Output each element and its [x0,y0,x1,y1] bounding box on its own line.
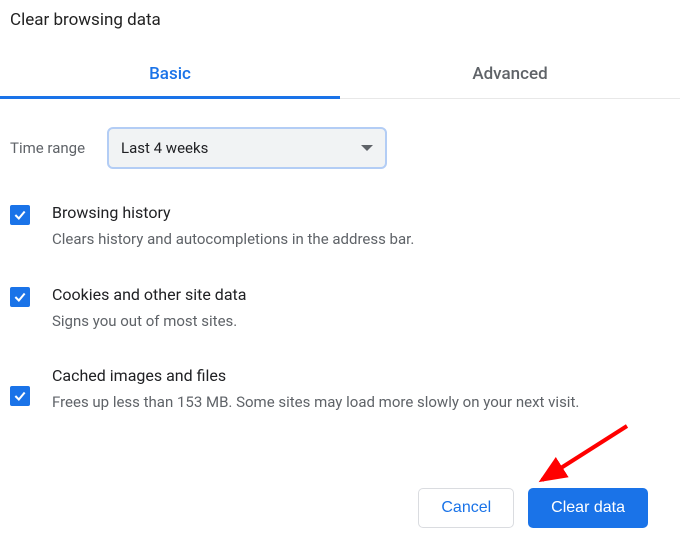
option-desc: Frees up less than 153 MB. Some sites ma… [52,391,670,414]
tab-basic[interactable]: Basic [0,52,340,98]
checkbox-cookies[interactable] [10,287,30,307]
option-desc: Signs you out of most sites. [52,310,670,333]
clear-data-button[interactable]: Clear data [528,488,648,528]
annotation-arrow-icon [522,424,632,494]
time-range-value: Last 4 weeks [121,139,208,157]
time-range-dropdown[interactable]: Last 4 weeks [107,127,387,169]
checkbox-cached[interactable] [10,386,30,406]
options-list: Browsing history Clears history and auto… [0,169,680,414]
option-desc: Clears history and autocompletions in th… [52,228,670,251]
option-cookies: Cookies and other site data Signs you ou… [10,285,670,333]
option-browsing-history: Browsing history Clears history and auto… [10,203,670,251]
checkmark-icon [13,389,27,403]
time-range-row: Time range Last 4 weeks [0,99,680,169]
dialog-title: Clear browsing data [0,0,680,30]
tabs: Basic Advanced [0,52,680,99]
time-range-label: Time range [10,139,85,157]
option-title: Cookies and other site data [52,285,670,304]
cancel-button[interactable]: Cancel [418,488,514,528]
button-row: Cancel Clear data [418,488,648,528]
option-cached: Cached images and files Frees up less th… [10,366,670,414]
tab-advanced[interactable]: Advanced [340,52,680,98]
option-title: Browsing history [52,203,670,222]
option-title: Cached images and files [52,366,670,385]
checkmark-icon [13,208,27,222]
chevron-down-icon [361,145,373,151]
checkmark-icon [13,290,27,304]
checkbox-browsing-history[interactable] [10,205,30,225]
